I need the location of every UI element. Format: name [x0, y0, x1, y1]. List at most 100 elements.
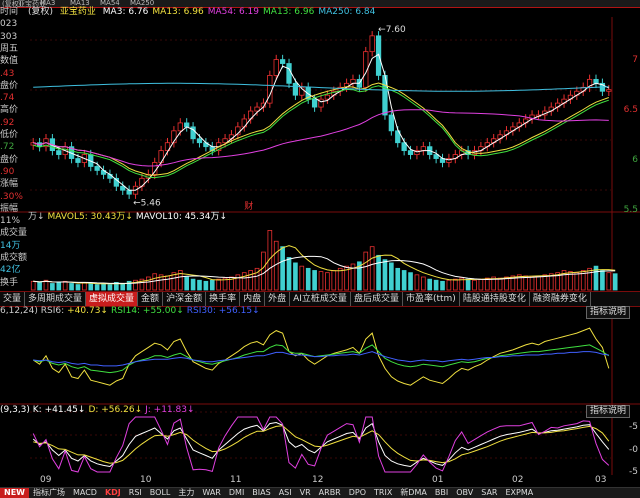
candle	[75, 158, 81, 163]
volume-bar	[69, 283, 74, 291]
rsi-line-rsi30	[33, 351, 609, 367]
rsi-legend-item: 6,12,24) RSI6:	[0, 306, 65, 316]
indicator-tab[interactable]: 沪深金额	[163, 292, 207, 306]
price-axis-tick: 5.5	[623, 205, 638, 215]
ma3-line	[33, 53, 610, 191]
stock-chart[interactable]: ←7.60 ←5.46 财	[0, 0, 640, 497]
volume-bar	[107, 284, 113, 291]
volume-bar	[299, 265, 305, 291]
candle	[196, 138, 203, 144]
volume-legend-item: 万↓	[28, 212, 45, 222]
volume-bar	[209, 279, 215, 291]
kdj-legend-item: J: +11.83↓	[145, 405, 195, 415]
volume-bar	[529, 276, 535, 291]
volume-bar	[50, 283, 55, 291]
volume-bar	[101, 283, 106, 291]
indicator-tab[interactable]: 外盘	[265, 292, 291, 306]
volume-bar	[536, 275, 541, 291]
volume-bar	[446, 279, 452, 291]
volume-bar	[376, 254, 381, 291]
ma54-line	[33, 109, 609, 167]
candle	[350, 78, 356, 84]
volume-bar	[478, 278, 484, 291]
candle	[369, 35, 375, 53]
volume-bar	[337, 267, 343, 291]
rsi-legend: 6,12,24) RSI6: +40.73↓ RSI14: +55.00↓ RSI30…	[0, 306, 263, 317]
volume-bar	[216, 278, 221, 291]
kdj-legend-item: D: +56.26↓	[88, 405, 143, 415]
volume-bar	[62, 280, 68, 291]
volume-bar	[331, 270, 337, 291]
rsi-legend-item: +40.73↓	[67, 306, 108, 316]
kdj-line-j	[32, 416, 610, 473]
kdj-legend: (9,3,3) K: +41.45↓ D: +56.26↓ J: +11.83↓	[0, 405, 198, 416]
indicator-tab[interactable]: 多周期成交量	[25, 292, 87, 306]
price-axis-tick: 6	[632, 155, 638, 165]
indicator-tab[interactable]: AI立桩成交量	[290, 292, 351, 306]
volume-bar	[56, 282, 62, 291]
indicator-tab[interactable]: 陆股通持股变化	[460, 292, 530, 306]
volume-bar	[395, 267, 401, 291]
volume-bar	[37, 282, 42, 291]
volume-bar	[145, 276, 151, 291]
volume-legend-item: MAVOL5: 30.43万↓	[47, 212, 133, 222]
volume-bar	[286, 257, 292, 291]
candle	[56, 150, 62, 155]
kdj-axis-tick: -5	[629, 422, 638, 432]
volume-bar	[82, 282, 87, 291]
high-price-label: ←7.60	[378, 25, 406, 35]
finance-mark[interactable]: 财	[244, 200, 253, 212]
rsi-legend-item: RSI14: +55.00↓	[110, 306, 184, 316]
volume-bar	[606, 272, 612, 291]
price-axis-tick: 7	[632, 55, 638, 65]
volume-bar	[363, 251, 369, 291]
volume-bar	[280, 246, 285, 291]
volume-bar	[427, 278, 433, 291]
candle	[407, 150, 414, 155]
indicator-tab[interactable]: 市盈率(ttm)	[403, 292, 460, 306]
low-price-label: ←5.46	[133, 198, 161, 208]
date-tick: 02	[512, 475, 524, 485]
indicator-bottom-bar: NEW 指标广场 MACD KDJ RSI BOLL 主力 WAR DMI BIAS ASI VR AR…	[0, 487, 640, 498]
volume-bar	[452, 278, 458, 291]
volume-bar	[369, 246, 375, 291]
indicator-tab[interactable]: 内盘	[240, 292, 266, 306]
indicator-tab[interactable]: 金额	[138, 292, 164, 306]
indicator-tab[interactable]: 虚拟成交量	[86, 292, 139, 306]
volume-bar	[261, 251, 266, 291]
volume-bar	[184, 276, 190, 291]
candle	[420, 146, 426, 152]
volume-bar	[248, 270, 253, 291]
volume-bar	[305, 267, 311, 291]
candle	[593, 78, 599, 84]
rsi-legend-item: RSI30: +56.15↓	[186, 306, 260, 316]
volume-bar	[94, 284, 100, 291]
date-tick: 11	[230, 475, 242, 485]
volume-legend-item: MAVOL10: 45.34万↓	[135, 212, 228, 222]
candle	[311, 98, 318, 108]
candle	[94, 166, 100, 171]
volume-bar	[574, 272, 580, 291]
volume-bar	[75, 284, 81, 291]
volume-bar	[190, 278, 196, 291]
rsi-line-rsi14	[33, 344, 610, 374]
indicator-tab[interactable]: 盘后成交量	[351, 292, 403, 306]
candle	[126, 189, 132, 195]
volume-bar	[440, 280, 445, 291]
indicator-tab[interactable]: 交量	[0, 292, 26, 306]
indicator-tab-strip: 交量 多周期成交量 虚拟成交量 金额 沪深金额 换手率 内盘 外盘 AI立桩成交量 盘后成交量 市盈…	[0, 291, 640, 307]
volume-bar	[293, 262, 298, 291]
date-tick: 01	[432, 475, 444, 485]
volume-bar	[120, 283, 126, 291]
volume-bar	[318, 271, 324, 291]
date-axis: 09 10 11 12 01 02 03	[0, 475, 612, 485]
candle	[388, 114, 394, 132]
kdj-axis-tick: -0	[629, 445, 638, 455]
volume-bar	[312, 270, 317, 291]
volume-bar	[165, 275, 170, 291]
volume-bar	[325, 272, 330, 291]
indicator-tab[interactable]: 换手率	[206, 292, 241, 306]
candle	[184, 122, 190, 128]
indicator-tab[interactable]: 融资融券变化	[530, 292, 591, 306]
candle	[279, 59, 286, 64]
